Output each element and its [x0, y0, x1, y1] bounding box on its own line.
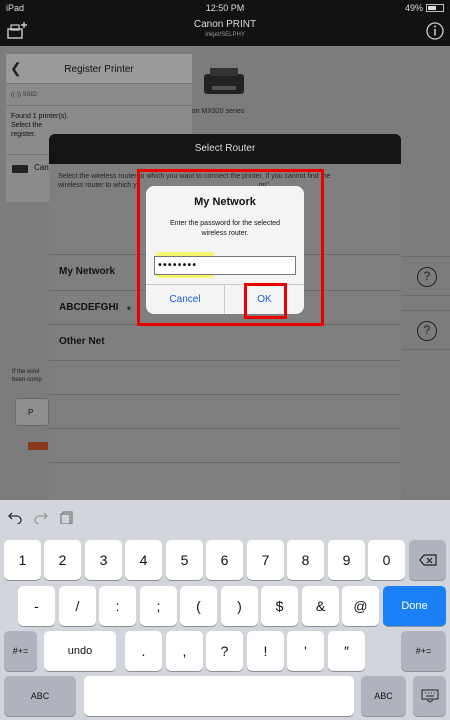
done-key[interactable]: Done [383, 586, 446, 626]
key-minus[interactable]: - [18, 586, 55, 626]
key-0[interactable]: 0 [368, 540, 405, 580]
printer-item-label: Can [34, 163, 49, 172]
key-4[interactable]: 4 [125, 540, 162, 580]
key-slash[interactable]: / [59, 586, 96, 626]
key-3[interactable]: 3 [85, 540, 122, 580]
delete-key[interactable] [409, 540, 446, 580]
select-router-title: Select Router [49, 134, 401, 164]
key-ampersand[interactable]: & [302, 586, 339, 626]
key-5[interactable]: 5 [166, 540, 203, 580]
key-7[interactable]: 7 [247, 540, 284, 580]
keyboard-hide-icon [421, 689, 438, 703]
app-subtitle: Inkjet/SELPHY [205, 32, 245, 38]
help-row: ? [400, 256, 450, 296]
ssid-label: SSID: [22, 92, 39, 98]
app-header: Canon PRINT Inkjet/SELPHY [0, 16, 450, 46]
battery-status: 49% [405, 3, 444, 13]
printer-icon [12, 165, 28, 173]
empty-row [49, 428, 401, 462]
bottom-button[interactable]: P [15, 398, 49, 426]
network-name: My Network [59, 266, 116, 277]
key-comma[interactable]: , [166, 631, 203, 671]
space-key[interactable] [84, 676, 354, 716]
register-printer-header: ❮ Register Printer [6, 54, 192, 84]
abc-key[interactable]: ABC [4, 676, 76, 716]
description-part: wireless router to which y [58, 182, 137, 189]
status-bar: iPad 12:50 PM 49% [0, 0, 450, 16]
help-icon[interactable]: ? [417, 267, 437, 287]
printer-model-label: anon MX920 series [184, 108, 245, 115]
paste-icon[interactable] [60, 510, 74, 524]
key-8[interactable]: 8 [287, 540, 324, 580]
hide-keyboard-key[interactable] [413, 676, 446, 716]
bottom-note: If the wirel been comp [12, 368, 52, 384]
empty-row [49, 462, 401, 496]
info-icon[interactable] [424, 20, 446, 42]
dialog-highlight-box [137, 169, 324, 326]
bottom-accent [28, 442, 48, 450]
key-exclamation[interactable]: ! [247, 631, 284, 671]
empty-row [49, 360, 401, 394]
key-semicolon[interactable]: ; [140, 586, 177, 626]
battery-percent: 49% [404, 3, 423, 13]
network-extra: e [127, 306, 131, 312]
redo-icon[interactable] [34, 510, 48, 524]
onscreen-keyboard: 1 2 3 4 5 6 7 8 9 0 - / : ; ( ) $ & @ Do… [0, 500, 450, 720]
ok-highlight-box [244, 283, 287, 319]
key-9[interactable]: 9 [328, 540, 365, 580]
help-icon[interactable]: ? [417, 321, 437, 341]
key-2[interactable]: 2 [44, 540, 81, 580]
key-question[interactable]: ? [206, 631, 243, 671]
key-apostrophe[interactable]: ' [287, 631, 324, 671]
delete-icon [418, 554, 437, 566]
undo-icon[interactable] [8, 510, 22, 524]
key-close-paren[interactable]: ) [221, 586, 258, 626]
found-line: Select the [11, 122, 43, 129]
key-period[interactable]: . [125, 631, 162, 671]
abc-key[interactable]: ABC [361, 676, 406, 716]
network-name: ABCDEFGHI [59, 302, 119, 313]
network-item[interactable]: Other Net [49, 324, 401, 358]
key-open-paren[interactable]: ( [180, 586, 217, 626]
key-colon[interactable]: : [99, 586, 136, 626]
found-line: Found 1 printer(s). [11, 113, 69, 120]
printer-icon [204, 68, 244, 94]
note-line: been comp [12, 377, 42, 383]
symbol-toggle-key[interactable]: #+= [401, 631, 446, 671]
key-dollar[interactable]: $ [261, 586, 298, 626]
clock: 12:50 PM [205, 3, 245, 13]
help-row: ? [400, 310, 450, 350]
key-1[interactable]: 1 [4, 540, 41, 580]
key-double-quote[interactable]: ″ [328, 631, 365, 671]
symbol-toggle-key[interactable]: #+= [4, 631, 37, 671]
undo-key[interactable]: undo [44, 631, 116, 671]
key-6[interactable]: 6 [206, 540, 243, 580]
battery-icon [426, 4, 444, 12]
empty-row [49, 394, 401, 428]
key-at[interactable]: @ [342, 586, 379, 626]
register-printer-title: Register Printer [64, 64, 134, 75]
app-title: Canon PRINT [193, 19, 257, 30]
wifi-icon: ((·)) [11, 92, 21, 98]
note-line: If the wirel [12, 369, 40, 375]
network-name: Other Net [59, 336, 105, 347]
printer-display: anon MX920 series [184, 52, 310, 132]
ssid-row: ((·)) SSID: [6, 84, 192, 106]
